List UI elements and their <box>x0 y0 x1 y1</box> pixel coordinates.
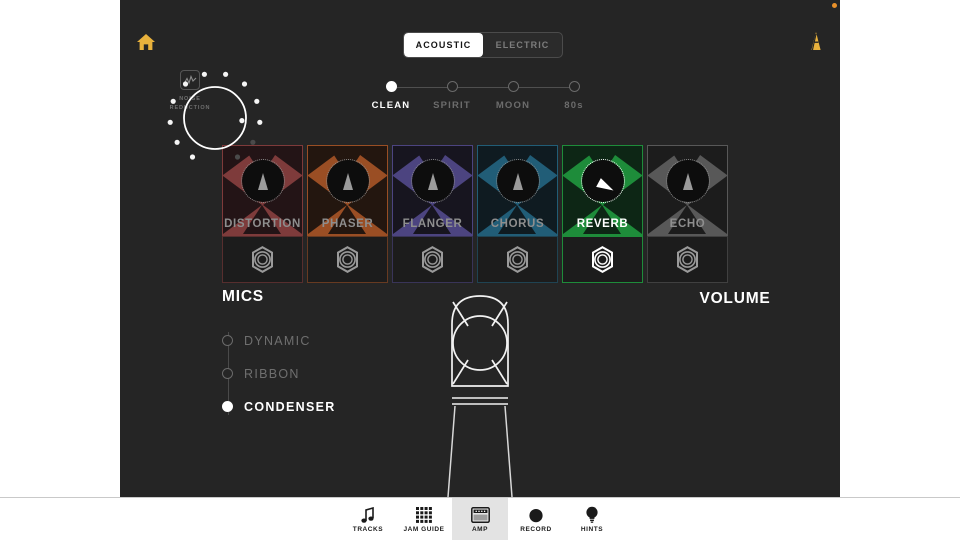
lightbulb-icon <box>585 506 599 523</box>
mic-option-ribbon[interactable]: RIBBON <box>222 357 412 390</box>
preset-step-moon[interactable]: MOON <box>490 80 536 111</box>
tab-tracks[interactable]: TRACKS <box>340 498 396 540</box>
pedal-flanger[interactable]: FLANGER <box>392 145 473 283</box>
notification-dot <box>832 3 837 8</box>
metronome-button[interactable] <box>799 24 833 60</box>
mic-label: RIBBON <box>244 366 300 381</box>
mic-option-condenser[interactable]: CONDENSER <box>222 390 412 423</box>
condenser-microphone-icon <box>438 290 522 497</box>
pedal-label: REVERB <box>576 218 629 230</box>
preset-label: 80s <box>564 100 584 111</box>
footswitch-icon[interactable] <box>589 246 616 273</box>
tab-label: HINTS <box>580 525 604 533</box>
radio-dot <box>222 335 233 346</box>
preset-step-clean[interactable]: CLEAN <box>368 80 414 111</box>
volume-knob[interactable] <box>163 66 267 170</box>
effects-pedalboard: DISTORTION PHASER FLANGER CHORUS REVERB … <box>222 145 728 283</box>
mic-label: CONDENSER <box>244 399 336 414</box>
mic-option-list: DYNAMIC RIBBON CONDENSER <box>222 324 412 423</box>
mic-option-dynamic[interactable]: DYNAMIC <box>222 324 412 357</box>
music-note-icon <box>361 506 375 523</box>
footswitch-icon[interactable] <box>334 246 361 273</box>
step-dot <box>446 81 458 92</box>
footswitch-icon[interactable] <box>419 246 446 273</box>
radio-dot <box>222 401 233 412</box>
knob-ring <box>495 159 540 203</box>
tab-label: JAM GUIDE <box>403 525 445 533</box>
knob-ring <box>410 159 455 203</box>
pedal-footswitch-area[interactable] <box>562 236 643 283</box>
footswitch-icon[interactable] <box>249 246 276 273</box>
pedal-label: FLANGER <box>402 218 463 230</box>
amp-type-toggle[interactable]: ACOUSTIC ELECTRIC <box>403 32 563 58</box>
pedal-footswitch-area[interactable] <box>307 236 388 283</box>
app-screen: ACOUSTIC ELECTRIC NOISE REDUCTION CLEAN <box>0 0 960 540</box>
amplifier-icon <box>470 506 490 523</box>
tab-record[interactable]: RECORD <box>508 498 564 540</box>
pedal-label: PHASER <box>321 218 374 230</box>
toggle-option-electric[interactable]: ELECTRIC <box>483 33 562 57</box>
preset-step-spirit[interactable]: SPIRIT <box>429 80 475 111</box>
preset-label: SPIRIT <box>433 100 471 111</box>
knob-ring <box>325 159 370 203</box>
tab-label: RECORD <box>520 525 552 533</box>
pedal-label: ECHO <box>669 218 706 230</box>
pedal-knob[interactable] <box>410 159 455 203</box>
mic-label: DYNAMIC <box>244 333 311 348</box>
pedal-footswitch-area[interactable] <box>477 236 558 283</box>
step-dot <box>385 81 397 92</box>
preset-label: MOON <box>495 100 531 111</box>
volume-section: VOLUME <box>640 290 830 308</box>
radio-dot <box>222 368 233 379</box>
pedal-reverb[interactable]: REVERB <box>562 145 643 283</box>
pedal-footswitch-area[interactable] <box>647 236 728 283</box>
grid-icon <box>416 506 432 523</box>
pedal-face[interactable]: FLANGER <box>392 145 473 236</box>
tab-jam-guide[interactable]: JAM GUIDE <box>396 498 452 540</box>
pedal-knob[interactable] <box>665 159 710 203</box>
knob-ring <box>665 159 710 203</box>
volume-title: VOLUME <box>699 290 771 307</box>
pedal-echo[interactable]: ECHO <box>647 145 728 283</box>
pedal-footswitch-area[interactable] <box>392 236 473 283</box>
toggle-option-acoustic[interactable]: ACOUSTIC <box>404 33 483 57</box>
home-button[interactable] <box>129 25 163 59</box>
pedal-knob[interactable] <box>580 159 625 203</box>
preset-label: CLEAN <box>371 100 411 111</box>
pedal-face[interactable]: REVERB <box>562 145 643 236</box>
footswitch-icon[interactable] <box>674 246 701 273</box>
step-dot <box>507 81 519 92</box>
amp-canvas: ACOUSTIC ELECTRIC NOISE REDUCTION CLEAN <box>120 0 840 497</box>
step-dot <box>568 81 580 92</box>
bottom-tab-bar: TRACKS JAM GUIDE AMP RECORD HINTS <box>0 497 960 540</box>
metronome-icon <box>811 32 821 52</box>
pedal-face[interactable]: CHORUS <box>477 145 558 236</box>
pedal-face[interactable]: ECHO <box>647 145 728 236</box>
home-icon <box>137 34 155 50</box>
tab-label: TRACKS <box>352 525 384 533</box>
tab-hints[interactable]: HINTS <box>564 498 620 540</box>
preset-step-80s[interactable]: 80s <box>551 80 597 111</box>
mics-title: MICS <box>222 288 264 305</box>
pedal-face[interactable]: PHASER <box>307 145 388 236</box>
footswitch-icon[interactable] <box>504 246 531 273</box>
pedal-label: DISTORTION <box>224 218 301 230</box>
pedal-phaser[interactable]: PHASER <box>307 145 388 283</box>
pedal-chorus[interactable]: CHORUS <box>477 145 558 283</box>
tab-label: AMP <box>471 525 489 533</box>
pedal-label: CHORUS <box>490 218 545 230</box>
mics-section: MICS DYNAMIC RIBBON CONDENSER <box>222 288 412 423</box>
tab-amp[interactable]: AMP <box>452 498 508 540</box>
pedal-knob[interactable] <box>325 159 370 203</box>
record-dot-icon <box>528 506 544 523</box>
pedal-knob[interactable] <box>495 159 540 203</box>
preset-stepper[interactable]: CLEAN SPIRIT MOON 80s <box>368 80 598 116</box>
pedal-footswitch-area[interactable] <box>222 236 303 283</box>
stepper-track <box>388 87 574 88</box>
